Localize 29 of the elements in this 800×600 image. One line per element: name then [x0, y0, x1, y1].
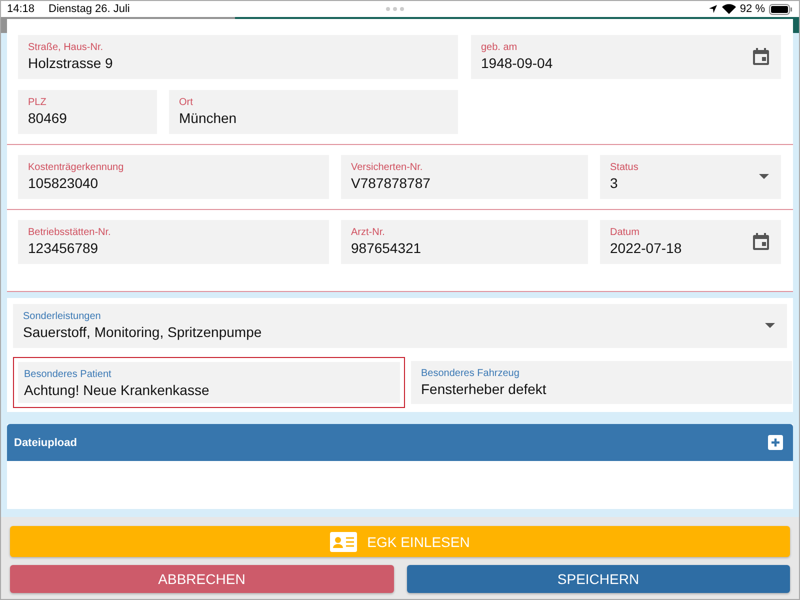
caret-icon[interactable]	[765, 323, 775, 328]
id-card-icon	[330, 532, 358, 552]
input-field[interactable]: Betriebsstätten-Nr. 123456789	[18, 220, 329, 264]
input-field[interactable]: Kostenträgerkennung 105823040	[18, 155, 329, 199]
battery-icon	[769, 4, 793, 14]
input-field[interactable]: Arzt-Nr. 987654321	[341, 220, 588, 264]
input-field[interactable]: Besonderes Fahrzeug Fensterheber defekt	[411, 361, 792, 404]
add-icon[interactable]	[768, 435, 783, 450]
input-field[interactable]: Versicherten-Nr. V787878787	[341, 155, 588, 199]
input-field[interactable]: Datum 2022-07-18	[600, 220, 781, 264]
input-field[interactable]: Ort München	[169, 90, 458, 134]
input-field[interactable]: Status 3	[600, 155, 781, 199]
status-date: Dienstag 26. Juli	[48, 3, 130, 15]
upload-title: Dateiupload	[14, 436, 77, 448]
calendar-icon[interactable]	[753, 48, 769, 65]
save-button[interactable]: SPEICHERN	[406, 564, 790, 592]
input-field[interactable]: Straße, Haus-Nr. Holzstrasse 9	[18, 35, 458, 79]
multitask-icon	[386, 7, 404, 11]
status-time: 14:18	[7, 3, 35, 15]
location-icon	[708, 4, 718, 14]
caret-icon[interactable]	[759, 174, 769, 179]
battery-percent: 92 %	[740, 3, 765, 15]
cancel-button[interactable]: ABBRECHEN	[10, 564, 394, 592]
wifi-icon	[722, 4, 736, 14]
input-field[interactable]: Besonderes Patient Achtung! Neue Krankenkasse	[13, 357, 405, 408]
input-field[interactable]: Sonderleistungen Sauerstoff, Monitoring, Spritzenpumpe	[13, 304, 787, 348]
calendar-icon[interactable]	[753, 233, 769, 250]
input-field[interactable]: PLZ 80469	[18, 90, 157, 134]
input-field[interactable]: geb. am 1948-09-04	[471, 35, 781, 79]
